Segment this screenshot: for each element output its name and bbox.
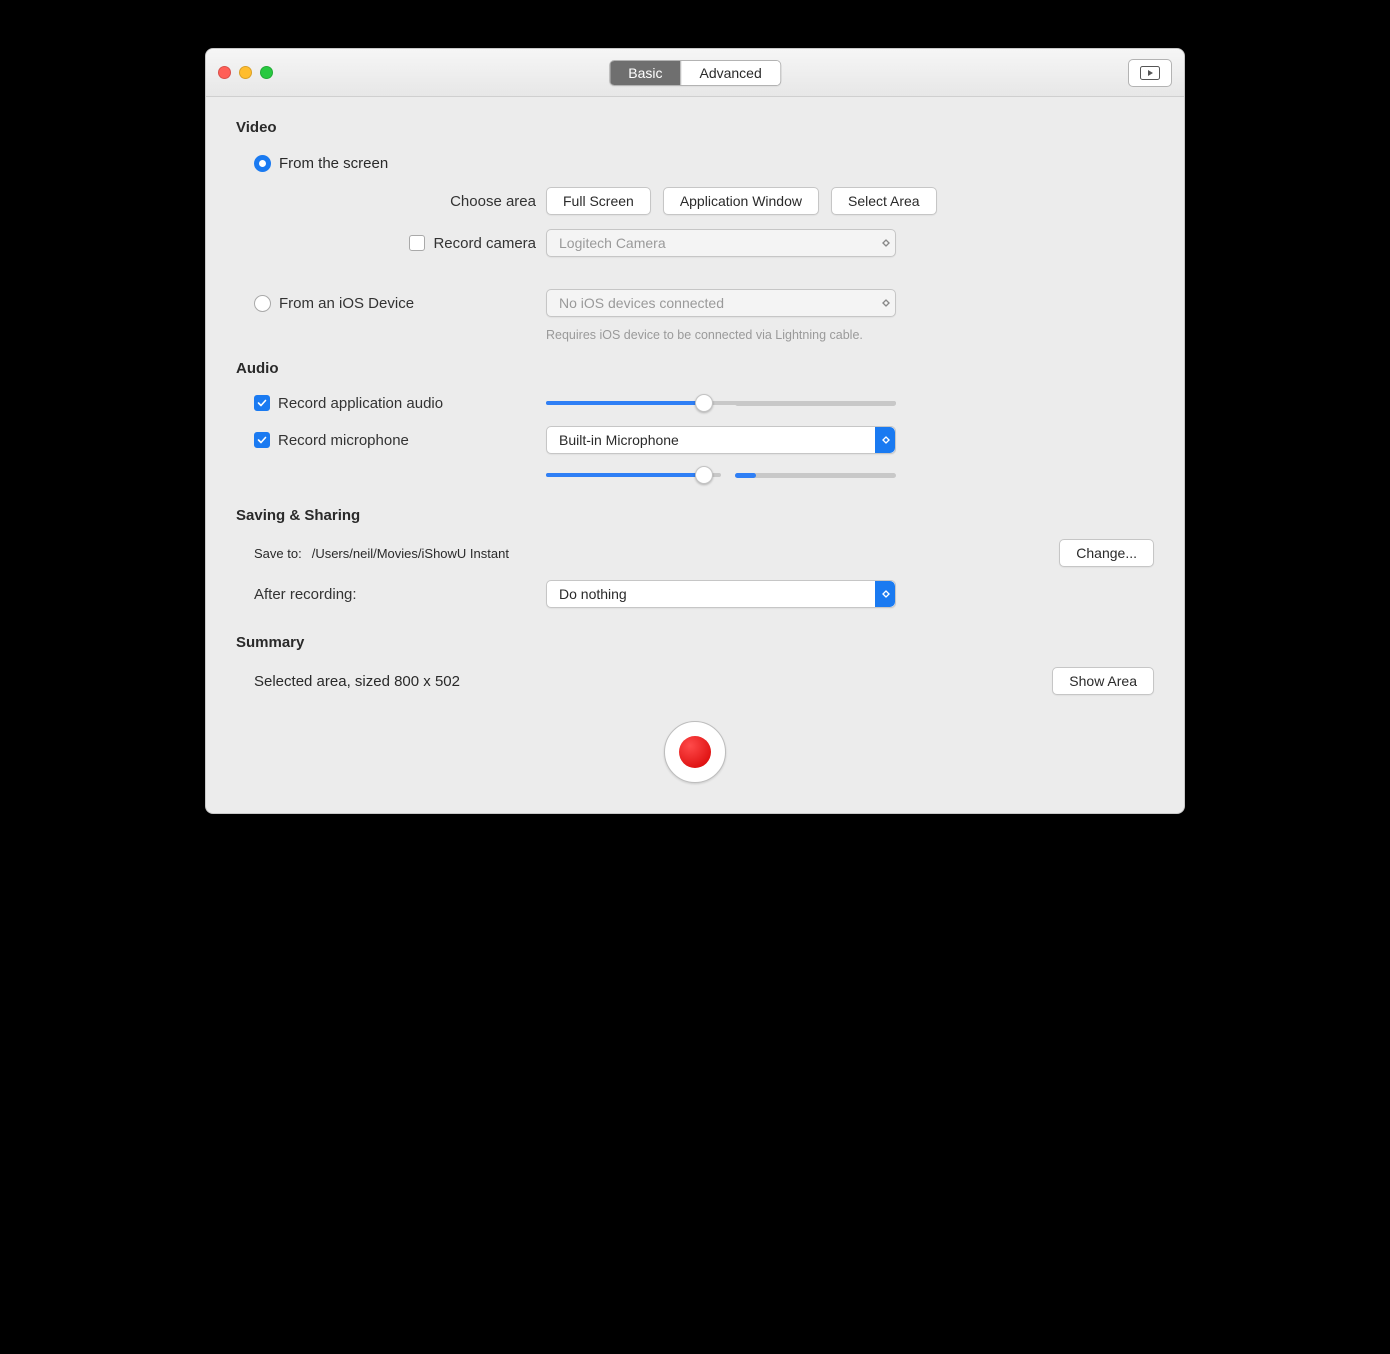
- save-to-path: /Users/neil/Movies/iShowU Instant: [312, 546, 1050, 561]
- section-heading-summary: Summary: [236, 634, 1154, 651]
- choose-area-label: Choose area: [450, 193, 536, 210]
- full-screen-button[interactable]: Full Screen: [546, 187, 651, 215]
- traffic-lights: [218, 66, 273, 79]
- chevron-updown-icon: [875, 427, 895, 453]
- after-recording-value: Do nothing: [559, 586, 627, 602]
- section-heading-saving: Saving & Sharing: [236, 507, 1154, 524]
- record-camera-label: Record camera: [433, 235, 536, 252]
- section-heading-video: Video: [236, 119, 1154, 136]
- section-heading-audio: Audio: [236, 360, 1154, 377]
- show-area-button[interactable]: Show Area: [1052, 667, 1154, 695]
- mic-slider-row: [236, 461, 1154, 489]
- mic-popup[interactable]: Built-in Microphone: [546, 426, 896, 454]
- play-icon: [1140, 66, 1160, 80]
- radio-from-ios[interactable]: [254, 295, 271, 312]
- ios-device-popup[interactable]: No iOS devices connected: [546, 289, 896, 317]
- chevron-updown-icon: [875, 290, 895, 316]
- radio-from-ios-label: From an iOS Device: [279, 295, 414, 312]
- save-to-label: Save to:: [254, 546, 302, 561]
- record-icon: [679, 736, 711, 768]
- radio-from-screen-row: From the screen: [236, 146, 1154, 180]
- record-app-audio-row: Record application audio: [236, 387, 1154, 419]
- change-save-button[interactable]: Change...: [1059, 539, 1154, 567]
- app-audio-slider[interactable]: [546, 393, 896, 413]
- record-app-audio-label: Record application audio: [278, 395, 443, 412]
- from-ios-row: From an iOS Device No iOS devices connec…: [236, 282, 1154, 324]
- mic-popup-value: Built-in Microphone: [559, 432, 679, 448]
- record-camera-row: Record camera Logitech Camera: [236, 222, 1154, 264]
- ios-device-popup-value: No iOS devices connected: [559, 295, 724, 311]
- app-window: Basic Advanced Video From the screen Cho…: [205, 48, 1185, 814]
- after-recording-label: After recording:: [254, 586, 357, 603]
- radio-from-screen-label: From the screen: [279, 155, 388, 172]
- record-button[interactable]: [664, 721, 726, 783]
- content: Video From the screen Choose area Full S…: [206, 97, 1184, 813]
- summary-text: Selected area, sized 800 x 502: [254, 673, 460, 690]
- playback-button[interactable]: [1128, 59, 1172, 87]
- camera-popup-value: Logitech Camera: [559, 235, 666, 251]
- tab-advanced[interactable]: Advanced: [680, 61, 779, 85]
- radio-from-screen[interactable]: [254, 155, 271, 172]
- mic-slider[interactable]: [546, 465, 896, 485]
- camera-popup[interactable]: Logitech Camera: [546, 229, 896, 257]
- chevron-updown-icon: [875, 581, 895, 607]
- record-camera-checkbox[interactable]: [409, 235, 425, 251]
- close-icon[interactable]: [218, 66, 231, 79]
- select-area-button[interactable]: Select Area: [831, 187, 937, 215]
- record-mic-checkbox[interactable]: [254, 432, 270, 448]
- record-mic-label: Record microphone: [278, 432, 409, 449]
- chevron-updown-icon: [875, 230, 895, 256]
- choose-area-row: Choose area Full Screen Application Wind…: [236, 180, 1154, 222]
- titlebar: Basic Advanced: [206, 49, 1184, 97]
- minimize-icon[interactable]: [239, 66, 252, 79]
- ios-hint: Requires iOS device to be connected via …: [546, 328, 1154, 342]
- application-window-button[interactable]: Application Window: [663, 187, 819, 215]
- tab-switcher: Basic Advanced: [609, 60, 781, 86]
- tab-basic[interactable]: Basic: [610, 61, 680, 85]
- zoom-icon[interactable]: [260, 66, 273, 79]
- record-wrap: [236, 695, 1154, 783]
- record-mic-row: Record microphone Built-in Microphone: [236, 419, 1154, 461]
- after-recording-popup[interactable]: Do nothing: [546, 580, 896, 608]
- record-app-audio-checkbox[interactable]: [254, 395, 270, 411]
